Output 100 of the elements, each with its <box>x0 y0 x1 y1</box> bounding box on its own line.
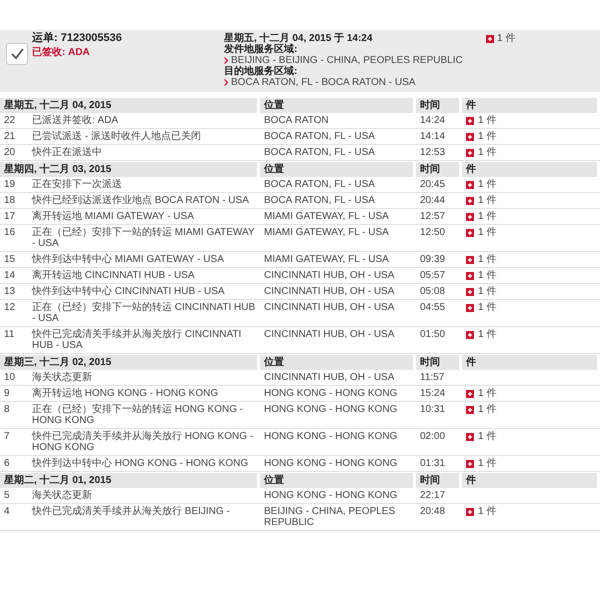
date-header: 星期五, 十二月 04, 2015 <box>0 98 260 113</box>
expand-icon[interactable] <box>466 390 474 398</box>
expand-icon[interactable] <box>466 197 474 205</box>
origin-label: 发件地服务区域: <box>224 44 298 55</box>
column-header: 时间 <box>416 98 462 113</box>
pieces-count: 1 件 <box>478 115 496 126</box>
event-number: 14 <box>0 268 28 284</box>
event-location: MIAMI GATEWAY, FL - USA <box>260 252 416 268</box>
delivery-datetime: 星期五, 十二月 04, 2015 于 14:24 <box>224 33 372 44</box>
date-header: 星期三, 十二月 02, 2015 <box>0 355 260 370</box>
column-header: 位置 <box>260 355 416 370</box>
pieces-count: 1 件 <box>478 179 496 190</box>
expand-icon[interactable] <box>466 181 474 189</box>
event-number: 9 <box>0 386 28 402</box>
event-number: 8 <box>0 402 28 429</box>
event-description: 离开转运地 CINCINNATI HUB - USA <box>28 268 260 284</box>
event-time: 15:24 <box>416 386 462 402</box>
event-time: 20:44 <box>416 193 462 209</box>
pieces-count: 1 件 <box>478 506 496 517</box>
pieces-count: 1 件 <box>478 270 496 281</box>
expand-icon[interactable] <box>466 304 474 312</box>
event-number: 5 <box>0 488 28 504</box>
event-location: BOCA RATON <box>260 113 416 129</box>
event-description: 快件到达中转中心 HONG KONG - HONG KONG <box>28 456 260 472</box>
event-number: 21 <box>0 129 28 145</box>
event-location: HONG KONG - HONG KONG <box>260 456 416 472</box>
event-number: 6 <box>0 456 28 472</box>
expand-icon[interactable] <box>466 117 474 125</box>
destination-label: 目的地服务区域: <box>224 66 298 77</box>
event-location: BOCA RATON, FL - USA <box>260 145 416 161</box>
event-description: 已派送并签收: ADA <box>28 113 260 129</box>
column-header: 时间 <box>416 355 462 370</box>
pieces-count: 1 件 <box>478 211 496 222</box>
event-location: HONG KONG - HONG KONG <box>260 386 416 402</box>
pieces-count: 1 件 <box>478 388 496 399</box>
event-time: 20:48 <box>416 504 462 531</box>
expand-icon[interactable] <box>466 331 474 339</box>
event-time: 22:17 <box>416 488 462 504</box>
pieces-count: 1 件 <box>478 195 496 206</box>
event-time: 02:00 <box>416 429 462 456</box>
event-number: 15 <box>0 252 28 268</box>
event-description: 快件已完成清关手续并从海关放行 BEIJING - <box>28 504 260 531</box>
event-time: 05:57 <box>416 268 462 284</box>
column-header: 位置 <box>260 473 416 488</box>
event-description: 快件到达中转中心 MIAMI GATEWAY - USA <box>28 252 260 268</box>
delivery-status: 已签收: ADA <box>32 47 90 58</box>
pieces-count: 1 件 <box>478 147 496 158</box>
event-number: 12 <box>0 300 28 327</box>
event-description: 快件已完成清关手续并从海关放行 HONG KONG - HONG KONG <box>28 429 260 456</box>
expand-icon[interactable] <box>466 149 474 157</box>
event-number: 18 <box>0 193 28 209</box>
event-time: 14:14 <box>416 129 462 145</box>
pieces-count: 1 件 <box>478 254 496 265</box>
expand-icon[interactable] <box>466 433 474 441</box>
event-time: 01:50 <box>416 327 462 354</box>
expand-icon[interactable] <box>466 133 474 141</box>
origin-area: BEIJING - BEIJING - CHINA, PEOPLES REPUBLIC <box>231 55 463 66</box>
date-header: 星期二, 十二月 01, 2015 <box>0 473 260 488</box>
checkmark-icon <box>10 48 24 60</box>
event-description: 离开转运地 HONG KONG - HONG KONG <box>28 386 260 402</box>
event-location: BOCA RATON, FL - USA <box>260 177 416 193</box>
checkbox[interactable] <box>6 43 28 65</box>
waybill-number: 运单: 7123005536 <box>32 33 122 44</box>
event-time: 12:57 <box>416 209 462 225</box>
event-description: 快件正在派送中 <box>28 145 260 161</box>
chevron-icon <box>224 79 228 86</box>
event-time: 14:24 <box>416 113 462 129</box>
event-number: 10 <box>0 370 28 386</box>
column-header: 位置 <box>260 98 416 113</box>
event-number: 11 <box>0 327 28 354</box>
event-time: 09:39 <box>416 252 462 268</box>
event-location: HONG KONG - HONG KONG <box>260 402 416 429</box>
event-description: 海关状态更新 <box>28 488 260 504</box>
event-time: 05:08 <box>416 284 462 300</box>
event-time: 04:55 <box>416 300 462 327</box>
event-description: 快件已经到达派送作业地点 BOCA RATON - USA <box>28 193 260 209</box>
expand-icon[interactable] <box>486 35 494 43</box>
expand-icon[interactable] <box>466 256 474 264</box>
event-location: HONG KONG - HONG KONG <box>260 429 416 456</box>
column-header: 位置 <box>260 162 416 177</box>
event-description: 快件到达中转中心 CINCINNATI HUB - USA <box>28 284 260 300</box>
event-time: 12:53 <box>416 145 462 161</box>
pieces-count: 1 件 <box>478 404 496 415</box>
pieces-count: 1 件 <box>478 227 496 238</box>
expand-icon[interactable] <box>466 460 474 468</box>
expand-icon[interactable] <box>466 406 474 414</box>
event-location: BOCA RATON, FL - USA <box>260 193 416 209</box>
expand-icon[interactable] <box>466 508 474 516</box>
expand-icon[interactable] <box>466 213 474 221</box>
expand-icon[interactable] <box>466 288 474 296</box>
pieces-count: 1 件 <box>497 33 516 44</box>
column-header: 时间 <box>416 473 462 488</box>
event-time: 11:57 <box>416 370 462 386</box>
event-description: 正在（已经）安排下一站的转运 MIAMI GATEWAY - USA <box>28 225 260 252</box>
expand-icon[interactable] <box>466 272 474 280</box>
column-header: 件 <box>462 98 600 113</box>
destination-area: BOCA RATON, FL - BOCA RATON - USA <box>231 77 416 88</box>
event-location: MIAMI GATEWAY, FL - USA <box>260 225 416 252</box>
expand-icon[interactable] <box>466 229 474 237</box>
event-description: 海关状态更新 <box>28 370 260 386</box>
